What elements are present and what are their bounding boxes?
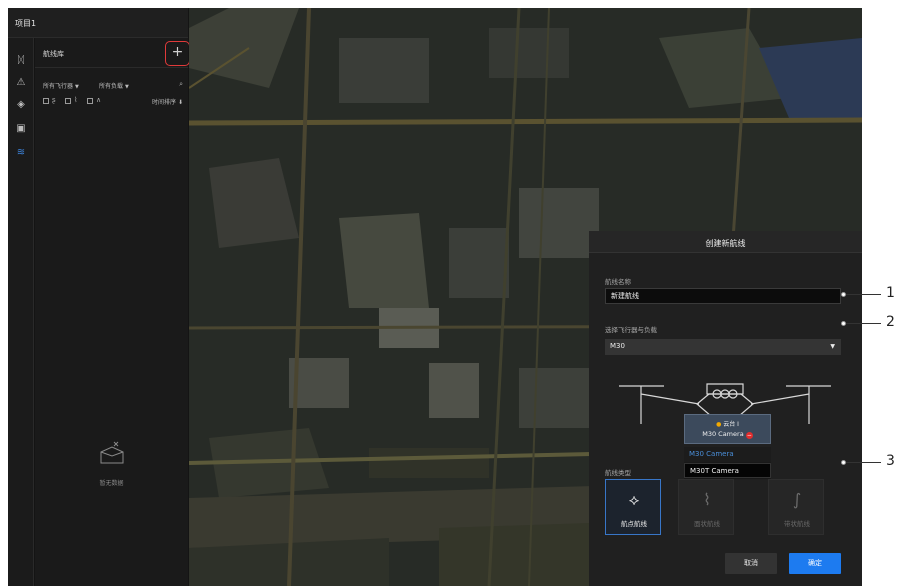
callout-line-3 bbox=[845, 462, 881, 463]
waypoint-route-card[interactable]: ⟡ 航点航线 bbox=[605, 479, 661, 535]
remove-icon[interactable]: − bbox=[745, 432, 753, 439]
callout-number-3: 3 bbox=[886, 453, 895, 469]
route-name-input[interactable] bbox=[605, 288, 841, 304]
strip-type-checkbox[interactable] bbox=[87, 98, 93, 104]
chevron-down-icon: ▼ bbox=[75, 84, 79, 90]
strip-route-icon: ∧ bbox=[96, 96, 102, 104]
route-type-filter-row: ʂ ⌇ ∧ 时间排序 ⬇ bbox=[43, 96, 183, 109]
waypoint-route-icon: ʂ bbox=[52, 96, 56, 104]
project-title: 项目1 bbox=[15, 19, 37, 28]
callout-number-1: 1 bbox=[886, 285, 895, 301]
aircraft-filter-label: 所有飞行器 bbox=[43, 83, 74, 90]
callout-dot-1 bbox=[841, 292, 846, 297]
strip-route-icon: ∫ bbox=[792, 490, 802, 509]
aircraft-payload-label: 选择飞行器与负载 bbox=[605, 326, 657, 334]
route-type-label: 航线类型 bbox=[605, 469, 631, 477]
search-icon[interactable]: ⌕ bbox=[179, 80, 183, 89]
waypoint-type-checkbox[interactable] bbox=[43, 98, 49, 104]
camera-dropdown-list: M30 Camera M30T Camera bbox=[684, 447, 771, 479]
aircraft-select-value: M30 bbox=[610, 342, 625, 350]
camera-option-m30[interactable]: M30 Camera bbox=[684, 447, 771, 462]
camera-option-m30t[interactable]: M30T Camera bbox=[684, 463, 771, 478]
empty-state-text: 暂无数据 bbox=[99, 480, 124, 487]
left-rail: ᛞ ⚠ ◈ ▣ ≋ bbox=[8, 38, 34, 586]
gimbal-slot[interactable]: ● 云台 I M30 Camera − bbox=[684, 414, 771, 444]
payload-filter[interactable]: 所有负载 ▼ bbox=[99, 81, 129, 90]
dialog-title: 创建新航线 bbox=[705, 239, 746, 248]
chevron-down-icon: ▼ bbox=[830, 343, 835, 350]
media-icon[interactable]: ▣ bbox=[14, 122, 28, 136]
add-route-button[interactable]: + bbox=[165, 41, 190, 66]
sort-dropdown[interactable]: 时间排序 ⬇ bbox=[152, 97, 183, 106]
layers-icon[interactable]: ◈ bbox=[14, 98, 28, 112]
route-library-panel: 航线库 + 所有飞行器 ▼ 所有负载 ▼ ⌕ ʂ ⌇ ∧ 时间排序 ⬇ 暂无数据 bbox=[35, 38, 190, 586]
gimbal-camera-text: M30 Camera bbox=[702, 430, 744, 438]
confirm-button[interactable]: 确定 bbox=[789, 553, 841, 574]
area-type-checkbox[interactable] bbox=[65, 98, 71, 104]
aircraft-filter[interactable]: 所有飞行器 ▼ bbox=[43, 81, 79, 90]
gimbal-title-text: 云台 I bbox=[723, 421, 739, 428]
library-title: 航线库 bbox=[43, 50, 64, 58]
gimbal-title: ● 云台 I bbox=[685, 419, 770, 428]
route-name-label: 航线名称 bbox=[605, 278, 631, 286]
waypoint-route-label: 航点航线 bbox=[621, 520, 647, 528]
strip-route-card[interactable]: ∫ 带状航线 bbox=[768, 479, 824, 535]
sort-label: 时间排序 bbox=[152, 99, 177, 106]
dialog-header: 创建新航线 bbox=[589, 231, 862, 253]
callout-dot-3 bbox=[841, 460, 846, 465]
callout-line-1 bbox=[845, 294, 881, 295]
waypoint-route-icon: ⟡ bbox=[628, 490, 640, 509]
strip-route-label: 带状航线 bbox=[784, 520, 810, 528]
area-route-card[interactable]: ⌇ 面状航线 bbox=[678, 479, 734, 535]
callout-dot-2 bbox=[841, 321, 846, 326]
filter-row: 所有飞行器 ▼ 所有负载 ▼ ⌕ bbox=[43, 80, 183, 93]
create-route-dialog: 创建新航线 航线名称 选择飞行器与负载 M30 ▼ bbox=[589, 231, 862, 586]
area-route-icon: ⌇ bbox=[703, 490, 711, 509]
area-route-label: 面状航线 bbox=[694, 520, 720, 528]
project-header: 项目1 bbox=[8, 8, 188, 38]
drone-icon[interactable]: ᛞ bbox=[14, 54, 28, 68]
warning-icon[interactable]: ⚠ bbox=[14, 76, 28, 90]
app-window: 项目1 ᛞ ⚠ ◈ ▣ ≋ 航线库 + 所有飞行器 ▼ 所有负载 ▼ ⌕ ʂ ⌇ ∧… bbox=[8, 8, 862, 586]
route-type-group: ⟡ 航点航线 ⌇ 面状航线 ∫ 带状航线 bbox=[605, 479, 841, 535]
gimbal-status-dot: ● bbox=[716, 421, 722, 428]
aircraft-select[interactable]: M30 ▼ bbox=[605, 339, 841, 355]
callout-line-2 bbox=[845, 323, 881, 324]
cancel-button[interactable]: 取消 bbox=[725, 553, 777, 574]
payload-filter-label: 所有负载 bbox=[99, 83, 124, 90]
chevron-down-icon: ▼ bbox=[125, 84, 129, 90]
sort-arrow-icon: ⬇ bbox=[177, 99, 183, 106]
route-icon[interactable]: ≋ bbox=[14, 146, 28, 160]
empty-box-icon bbox=[100, 441, 124, 464]
callout-number-2: 2 bbox=[886, 314, 895, 330]
gimbal-camera: M30 Camera − bbox=[685, 430, 770, 439]
area-route-icon: ⌇ bbox=[74, 96, 78, 104]
